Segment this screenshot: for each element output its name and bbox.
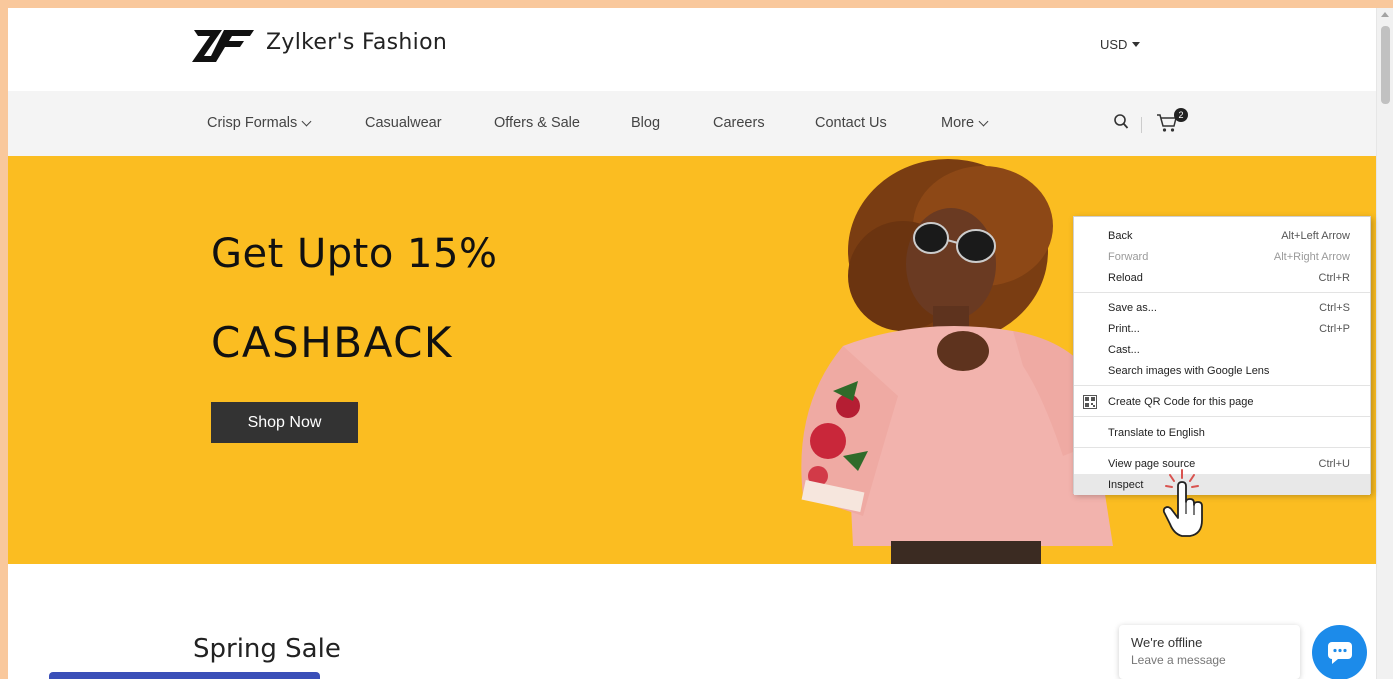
cart-count-badge: 2 <box>1174 108 1188 122</box>
currency-selector[interactable]: USD <box>1100 37 1141 52</box>
ctx-item-save-as[interactable]: Save as... Ctrl+S <box>1074 297 1370 318</box>
ctx-label: Search images with Google Lens <box>1108 364 1270 377</box>
ctx-label: Create QR Code for this page <box>1108 395 1254 408</box>
chevron-down-icon <box>978 116 989 127</box>
hand-pointer-cursor-icon <box>1162 469 1203 537</box>
chat-bubble-icon <box>1327 641 1352 664</box>
vertical-scrollbar[interactable] <box>1376 8 1393 679</box>
chat-status: We're offline <box>1131 635 1203 650</box>
nav-label: Careers <box>713 115 765 131</box>
main-nav: Crisp Formals Casualwear Offers & Sale B… <box>8 91 1376 156</box>
ctx-item-translate[interactable]: Translate to English <box>1074 422 1370 443</box>
hero-headline: Get Upto 15% <box>211 231 498 277</box>
nav-item-blog[interactable]: Blog <box>631 115 660 131</box>
nav-item-more[interactable]: More <box>941 115 989 131</box>
nav-label: More <box>941 115 975 131</box>
currency-label: USD <box>1100 37 1128 52</box>
ctx-separator <box>1074 416 1370 417</box>
chat-prompt: Leave a message <box>1131 653 1226 667</box>
nav-label: Casualwear <box>365 115 442 131</box>
ctx-item-google-lens[interactable]: Search images with Google Lens <box>1074 360 1370 381</box>
ctx-item-create-qr[interactable]: Create QR Code for this page <box>1074 391 1370 412</box>
nav-divider <box>1141 117 1142 133</box>
ctx-shortcut: Ctrl+P <box>1319 322 1350 335</box>
ctx-label: View page source <box>1108 457 1196 470</box>
scroll-thumb[interactable] <box>1381 26 1390 104</box>
ctx-label: Forward <box>1108 250 1149 263</box>
ctx-label: Reload <box>1108 271 1143 284</box>
ctx-shortcut: Ctrl+S <box>1319 301 1350 314</box>
ctx-separator <box>1074 447 1370 448</box>
ctx-item-print[interactable]: Print... Ctrl+P <box>1074 318 1370 339</box>
nav-item-offers-sale[interactable]: Offers & Sale <box>494 115 580 131</box>
section-title: Spring Sale <box>193 634 341 664</box>
bottom-notification-bar[interactable] <box>49 672 320 679</box>
ctx-separator <box>1074 292 1370 293</box>
ctx-label: Inspect <box>1108 478 1144 491</box>
scroll-up-icon[interactable] <box>1381 12 1389 17</box>
browser-context-menu: Back Alt+Left Arrow Forward Alt+Right Ar… <box>1073 216 1371 495</box>
ctx-shortcut: Alt+Right Arrow <box>1273 250 1350 263</box>
ctx-item-reload[interactable]: Reload Ctrl+R <box>1074 267 1370 288</box>
ctx-shortcut: Alt+Left Arrow <box>1281 229 1350 242</box>
ctx-label: Back <box>1108 229 1133 242</box>
ctx-label: Save as... <box>1108 301 1157 314</box>
ctx-shortcut: Ctrl+R <box>1318 271 1350 284</box>
qr-code-icon <box>1083 395 1097 409</box>
site-header: Zylker's Fashion USD <box>8 8 1376 91</box>
caret-down-icon <box>1132 42 1141 47</box>
brand-name[interactable]: Zylker's Fashion <box>266 30 447 55</box>
ctx-label: Cast... <box>1108 343 1140 356</box>
nav-label: Offers & Sale <box>494 115 580 131</box>
ctx-label: Print... <box>1108 322 1140 335</box>
ctx-item-cast[interactable]: Cast... <box>1074 339 1370 360</box>
ctx-item-inspect[interactable]: Inspect <box>1074 474 1370 495</box>
shop-now-button[interactable]: Shop Now <box>211 402 358 443</box>
nav-item-careers[interactable]: Careers <box>713 115 765 131</box>
search-icon[interactable] <box>1113 113 1129 131</box>
ctx-label: Translate to English <box>1108 426 1205 439</box>
ctx-shortcut: Ctrl+U <box>1318 457 1350 470</box>
nav-item-crisp-formals[interactable]: Crisp Formals <box>207 115 312 131</box>
nav-item-contact-us[interactable]: Contact Us <box>815 115 887 131</box>
ctx-item-forward[interactable]: Forward Alt+Right Arrow <box>1074 246 1370 267</box>
brand-logo-icon[interactable] <box>192 26 254 64</box>
nav-label: Contact Us <box>815 115 887 131</box>
chat-offline-bubble[interactable]: We're offline Leave a message <box>1119 625 1300 679</box>
ctx-item-back[interactable]: Back Alt+Left Arrow <box>1074 225 1370 246</box>
nav-label: Blog <box>631 115 661 131</box>
ctx-separator <box>1074 385 1370 386</box>
ctx-item-view-source[interactable]: View page source Ctrl+U <box>1074 453 1370 474</box>
hero-subheadline: CASHBACK <box>211 318 453 367</box>
chat-button[interactable] <box>1312 625 1367 679</box>
chevron-down-icon <box>301 116 312 127</box>
nav-item-casualwear[interactable]: Casualwear <box>365 115 442 131</box>
nav-label: Crisp Formals <box>207 115 298 131</box>
